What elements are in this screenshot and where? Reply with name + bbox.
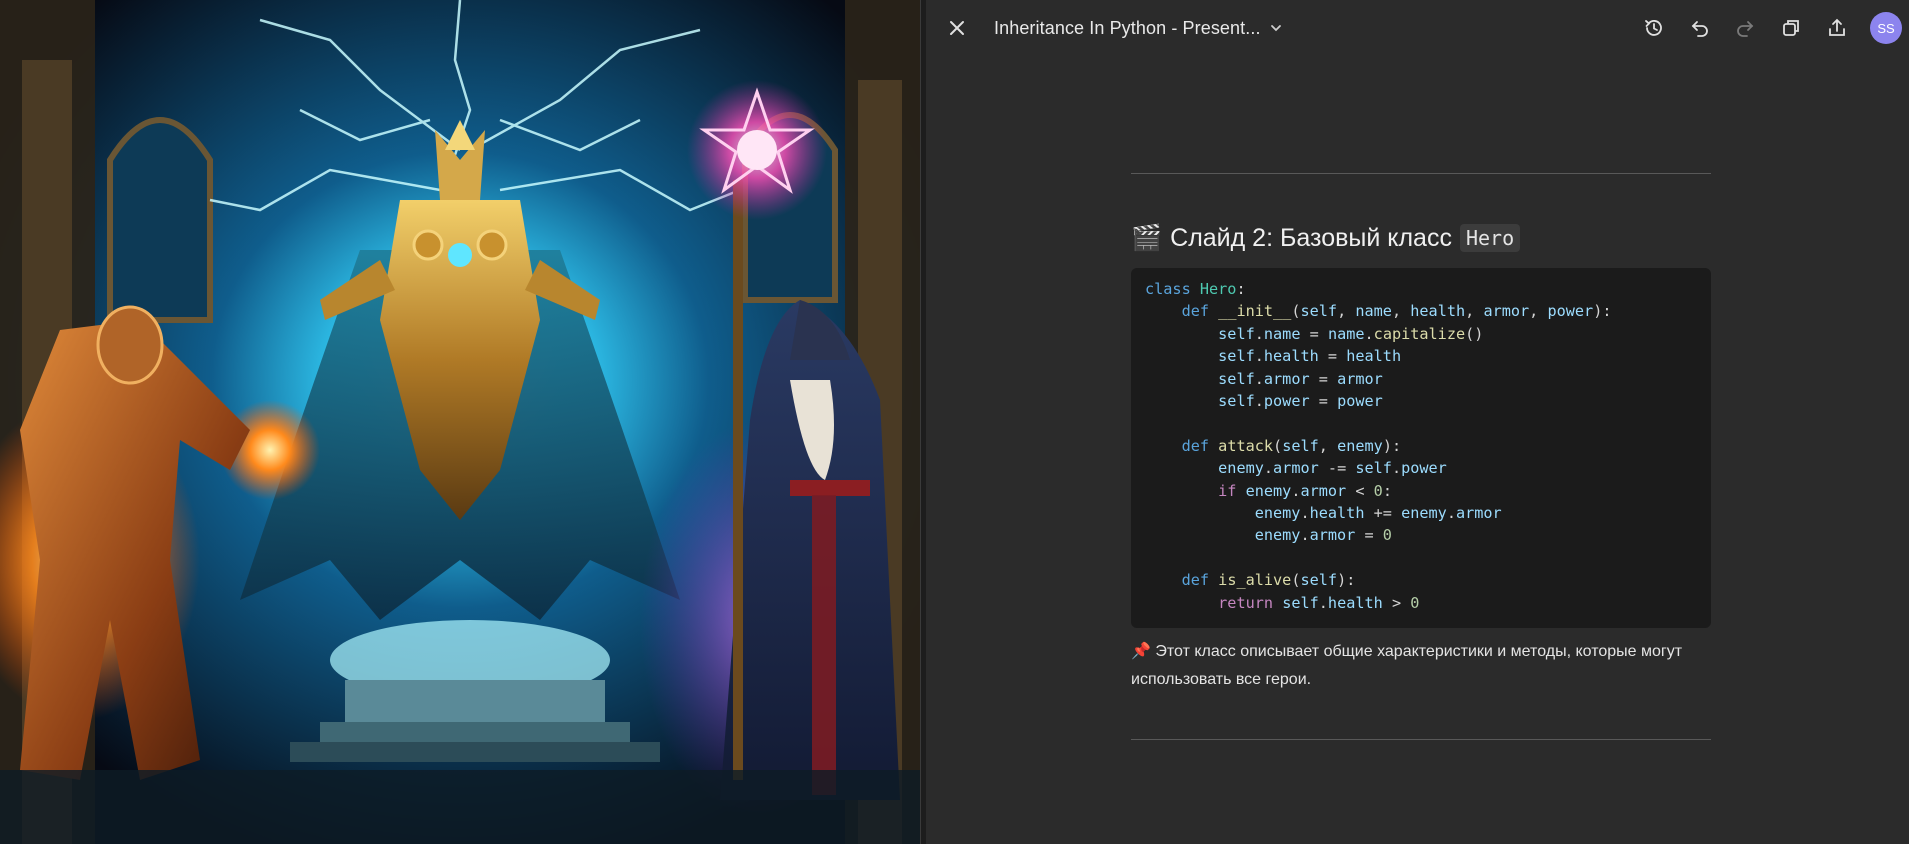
user-avatar[interactable]: SS	[1870, 12, 1902, 44]
duplicate-icon	[1783, 20, 1799, 36]
heading-inline-code: Hero	[1459, 224, 1521, 252]
slide-heading: 🎬 Слайд 2: Базовый класс Hero	[1131, 218, 1521, 258]
close-button[interactable]	[940, 11, 974, 45]
redo-button[interactable]	[1728, 11, 1762, 45]
clapperboard-icon: 🎬	[1131, 223, 1163, 252]
fantasy-artwork	[0, 0, 920, 844]
close-icon	[950, 21, 964, 35]
history-icon	[1645, 20, 1662, 36]
redo-icon	[1737, 21, 1754, 37]
slide-note: 📌 Этот класс описывает общие характерист…	[1131, 638, 1711, 694]
divider-bottom	[1131, 739, 1711, 740]
history-button[interactable]	[1637, 11, 1671, 45]
code-content: class Hero: def __init__(self, name, hea…	[1145, 280, 1612, 612]
illustration-panel	[0, 0, 920, 844]
code-block[interactable]: class Hero: def __init__(self, name, hea…	[1131, 268, 1711, 628]
chevron-down-icon	[1270, 25, 1281, 32]
slide-note-text: Этот класс описывает общие характеристик…	[1131, 643, 1683, 688]
document-title-text: Inheritance In Python - Present...	[994, 17, 1261, 38]
document-title[interactable]: Inheritance In Python - Present...	[994, 16, 1283, 40]
undo-icon	[1691, 21, 1708, 37]
share-icon	[1829, 18, 1845, 36]
duplicate-button[interactable]	[1774, 11, 1808, 45]
pin-icon: 📌	[1131, 643, 1151, 660]
slide-heading-text: Слайд 2: Базовый класс	[1170, 223, 1452, 252]
share-button[interactable]	[1820, 11, 1854, 45]
undo-button[interactable]	[1683, 11, 1717, 45]
divider-top	[1131, 173, 1711, 174]
document-pane: Inheritance In Python - Present... SS 🎬 …	[926, 0, 1909, 844]
top-toolbar: Inheritance In Python - Present... SS	[926, 0, 1909, 56]
